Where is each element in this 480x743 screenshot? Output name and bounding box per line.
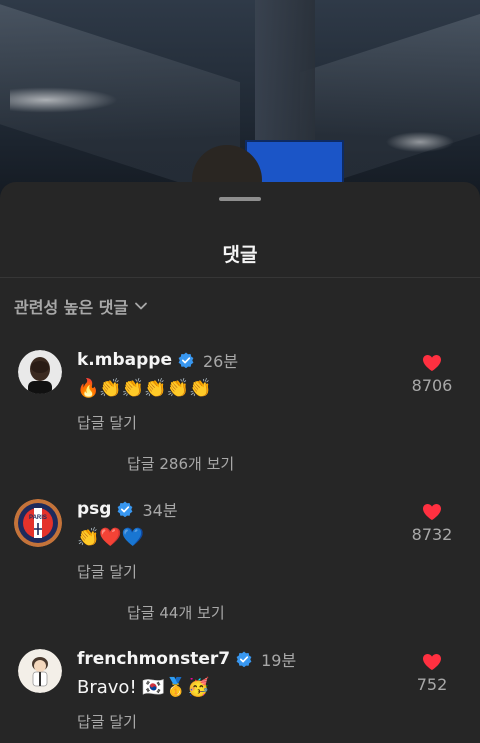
comment-text: 👏❤️💙	[77, 527, 145, 548]
reply-button[interactable]: 답글 달기	[77, 412, 137, 433]
stadium-lights-right	[380, 130, 460, 154]
verified-badge-icon	[178, 352, 194, 368]
chevron-down-icon	[135, 302, 148, 310]
sheet-drag-handle[interactable]	[219, 197, 261, 201]
comment-username[interactable]: k.mbappe	[77, 350, 172, 370]
comment-username[interactable]: psg	[77, 499, 111, 519]
comment-username[interactable]: frenchmonster7	[77, 649, 230, 669]
sheet-title: 댓글	[222, 244, 258, 266]
reply-button[interactable]: 답글 달기	[77, 711, 137, 732]
avatar[interactable]	[18, 649, 62, 693]
comment-time: 26분	[203, 352, 239, 371]
like-button[interactable]: 8732	[408, 503, 456, 544]
comment-text: 🔥👏👏👏👏👏	[77, 378, 212, 399]
view-replies-button[interactable]: 답글 44개 보기	[127, 602, 225, 623]
comments-sheet: 댓글 관련성 높은 댓글 k.mbappe 26분 🔥👏👏👏👏👏 답글 달기 답…	[0, 182, 480, 743]
stadium-lights-left	[10, 85, 130, 115]
like-count: 752	[416, 675, 448, 694]
comment-time: 19분	[261, 651, 297, 670]
heart-icon	[423, 355, 441, 371]
like-button[interactable]: 752	[408, 653, 456, 694]
verified-badge-icon	[118, 501, 133, 517]
avatar[interactable]: PARIS	[14, 499, 62, 547]
avatar[interactable]	[18, 350, 62, 394]
psg-crest-icon: PARIS	[14, 499, 62, 547]
verified-badge-icon	[236, 651, 252, 667]
reply-button[interactable]: 답글 달기	[77, 561, 137, 582]
comment-time: 34분	[142, 501, 178, 520]
crest-text: PARIS	[29, 515, 47, 521]
player-portrait-icon	[18, 350, 62, 394]
like-button[interactable]: 8706	[408, 354, 456, 395]
heart-icon	[423, 504, 441, 520]
like-count: 8732	[411, 525, 453, 544]
like-count: 8706	[411, 376, 453, 395]
sort-dropdown[interactable]: 관련성 높은 댓글	[14, 294, 148, 318]
cartoon-character-icon	[18, 649, 62, 693]
view-replies-button[interactable]: 답글 286개 보기	[127, 453, 234, 474]
comment-text: Bravo! 🇰🇷🥇🥳	[77, 677, 210, 698]
background-video-frame	[0, 0, 480, 200]
heart-icon	[423, 654, 441, 670]
header-divider	[0, 277, 480, 278]
sort-label: 관련성 높은 댓글	[14, 298, 129, 317]
